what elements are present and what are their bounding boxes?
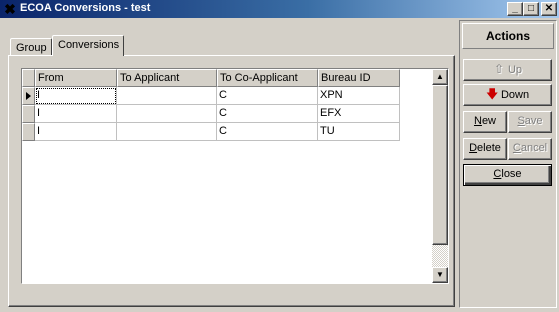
up-button[interactable]: ⇧ Up xyxy=(463,59,552,81)
row-indicator[interactable] xyxy=(22,105,35,123)
save-button-mnemonic: S xyxy=(517,115,525,127)
title-bar[interactable]: ✖ ECOA Conversions - test _ □ ✕ xyxy=(0,0,559,18)
new-button[interactable]: New xyxy=(463,111,507,133)
close-button-label: lose xyxy=(501,168,522,180)
delete-button-mnemonic: D xyxy=(469,142,478,154)
cell-from[interactable]: I xyxy=(35,87,117,105)
close-button[interactable]: Close xyxy=(463,164,552,186)
close-window-button[interactable]: ✕ xyxy=(541,2,557,16)
cell-to-co-applicant[interactable]: C xyxy=(217,105,318,123)
save-button-label: ave xyxy=(524,115,543,127)
cell-from[interactable]: I xyxy=(35,105,117,123)
tab-group-label: Group xyxy=(16,42,47,54)
down-arrow-icon: 🡇 xyxy=(485,87,499,101)
column-header-bureau-id[interactable]: Bureau ID xyxy=(318,69,400,87)
window-title: ECOA Conversions - test xyxy=(20,2,151,14)
scroll-down-button[interactable]: ▼ xyxy=(432,267,448,283)
cell-bureau-id[interactable]: XPN xyxy=(318,87,400,105)
minimize-button[interactable]: _ xyxy=(507,2,523,16)
actions-panel: Actions ⇧ Up 🡇 Down New Save Delete Cancel… xyxy=(459,20,557,308)
cell-bureau-id[interactable]: EFX xyxy=(318,105,400,123)
table-row[interactable]: I C XPN xyxy=(22,87,400,105)
current-row-arrow-icon xyxy=(26,92,31,100)
new-button-label: ew xyxy=(481,115,496,127)
cell-bureau-id[interactable]: TU xyxy=(318,123,400,141)
grid-body: From To Applicant To Co-Applicant Bureau… xyxy=(22,69,432,283)
x-app-icon[interactable]: ✖ xyxy=(3,1,17,17)
actions-header: Actions xyxy=(462,23,554,49)
cancel-button-mnemonic: C xyxy=(512,142,521,154)
down-button[interactable]: 🡇 Down xyxy=(463,84,552,106)
save-button[interactable]: Save xyxy=(508,111,552,133)
down-button-label: Down xyxy=(500,89,530,101)
cancel-button-label: ancel xyxy=(520,142,548,154)
conversions-tab-panel: From To Applicant To Co-Applicant Bureau… xyxy=(8,55,455,307)
conversions-grid[interactable]: From To Applicant To Co-Applicant Bureau… xyxy=(21,68,449,284)
tab-group[interactable]: Group xyxy=(10,38,52,55)
new-button-mnemonic: N xyxy=(473,115,482,127)
table-row[interactable]: I C EFX xyxy=(22,105,400,123)
row-indicator-header xyxy=(22,69,35,87)
maximize-button[interactable]: □ xyxy=(523,2,539,16)
row-indicator[interactable] xyxy=(22,87,35,105)
cell-to-applicant[interactable] xyxy=(117,87,217,105)
tab-conversions[interactable]: Conversions xyxy=(52,35,124,56)
column-header-from[interactable]: From xyxy=(35,69,117,87)
vertical-scrollbar[interactable]: ▲ ▼ xyxy=(432,69,448,283)
tab-conversions-label: Conversions xyxy=(58,39,120,51)
table-row[interactable]: I C TU xyxy=(22,123,400,141)
cell-from[interactable]: I xyxy=(35,123,117,141)
column-header-to-co-applicant[interactable]: To Co-Applicant xyxy=(217,69,318,87)
row-indicator[interactable] xyxy=(22,123,35,141)
delete-button[interactable]: Delete xyxy=(463,138,507,160)
cell-to-co-applicant[interactable]: C xyxy=(217,87,318,105)
scroll-up-button[interactable]: ▲ xyxy=(432,69,448,85)
cell-to-applicant[interactable] xyxy=(117,105,217,123)
grid-header-row: From To Applicant To Co-Applicant Bureau… xyxy=(22,69,400,87)
up-button-label: Up xyxy=(507,64,523,76)
column-header-to-applicant[interactable]: To Applicant xyxy=(117,69,217,87)
cell-to-applicant[interactable] xyxy=(117,123,217,141)
scroll-thumb[interactable] xyxy=(432,85,448,245)
cancel-button[interactable]: Cancel xyxy=(508,138,552,160)
delete-button-label: elete xyxy=(477,142,501,154)
cell-to-co-applicant[interactable]: C xyxy=(217,123,318,141)
up-arrow-icon: ⇧ xyxy=(493,62,504,76)
